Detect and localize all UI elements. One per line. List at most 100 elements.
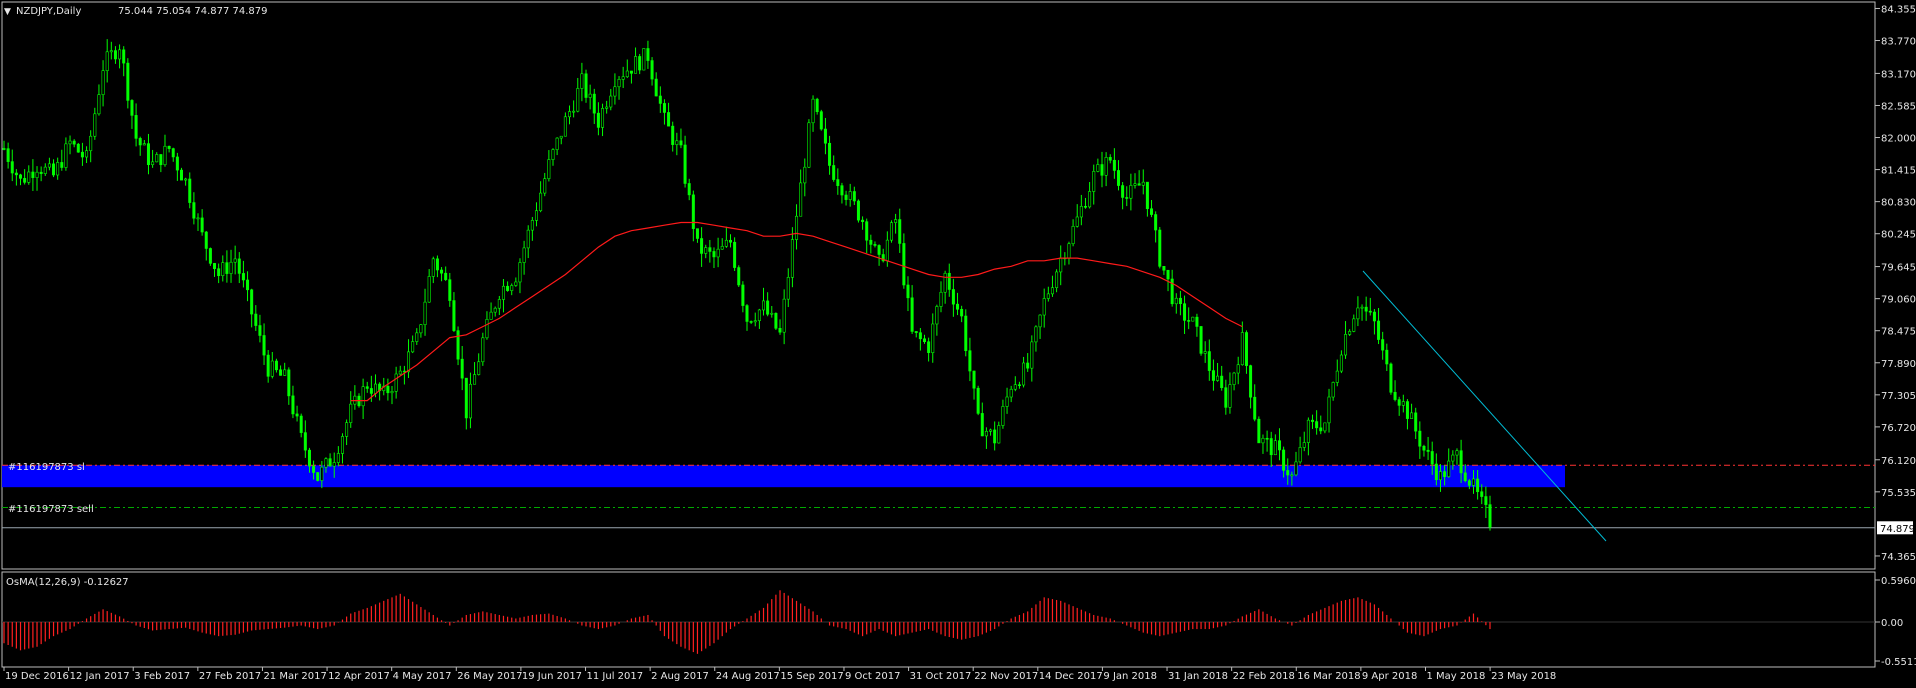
candle-body [184, 178, 188, 181]
candle-body [704, 247, 708, 254]
candle-body [1240, 332, 1244, 366]
candle-body [1187, 320, 1191, 322]
candle-body [852, 191, 856, 202]
candle-body [1447, 460, 1451, 477]
time-axis-tick: 22 Feb 2018 [1233, 671, 1295, 682]
candle-body [52, 163, 56, 176]
price-axis-tick: 83.170 [1881, 69, 1916, 80]
candle-body [522, 247, 526, 263]
candle-body [1257, 418, 1261, 444]
candle-body [361, 386, 365, 407]
candle-body [68, 140, 72, 145]
candle-body [757, 309, 761, 321]
candle-body [477, 361, 481, 375]
candle-body [266, 354, 270, 377]
candle-body [1471, 478, 1475, 486]
candle-body [85, 150, 89, 158]
candle-body [675, 140, 679, 145]
candle-body [217, 268, 221, 276]
time-axis-tick: 9 Jan 2018 [1103, 671, 1157, 682]
candle-body [303, 432, 307, 451]
candle-body [1071, 226, 1075, 245]
candle-body [1368, 310, 1372, 313]
candle-body [279, 369, 283, 376]
candle-body [885, 239, 889, 262]
candle-body [795, 215, 799, 240]
candle-body [638, 56, 642, 71]
candle-body [1397, 399, 1401, 406]
candle-body [464, 377, 468, 419]
candle-body [460, 358, 464, 379]
candle-body [790, 239, 794, 278]
candle-body [840, 185, 844, 196]
candle-body [440, 269, 444, 274]
time-axis-tick: 1 May 2018 [1426, 671, 1485, 682]
candle-body [1269, 438, 1273, 456]
candle-body [1331, 382, 1335, 398]
time-axis-tick: 14 Dec 2017 [1039, 671, 1103, 682]
candle-body [101, 70, 105, 95]
candle-body [836, 179, 840, 186]
candle-body [365, 386, 369, 389]
time-axis-tick: 12 Jan 2017 [70, 671, 130, 682]
candle-body [1249, 365, 1253, 398]
candle-body [1133, 183, 1137, 186]
candle-body [179, 169, 183, 181]
candle-body [229, 261, 233, 274]
chart-header-arrow[interactable]: ▼ [4, 7, 11, 17]
candle-body [695, 228, 699, 239]
candle-body [745, 305, 749, 322]
candle-body [1352, 318, 1356, 332]
candle-body [1055, 271, 1059, 288]
candle-body [823, 128, 827, 144]
candle-body [1451, 454, 1455, 462]
candle-body [435, 258, 439, 271]
candle-body [1042, 298, 1046, 316]
candle-body [786, 277, 790, 300]
candle-body [968, 350, 972, 372]
candle-body [1129, 185, 1133, 199]
time-axis-tick: 19 Dec 2016 [5, 671, 69, 682]
time-axis-tick: 31 Jan 2018 [1168, 671, 1228, 682]
candle-body [671, 125, 675, 145]
candle-body [270, 360, 274, 377]
candle-body [489, 311, 493, 320]
candle-body [332, 462, 336, 467]
candle-body [175, 156, 179, 171]
price-axis-tick: 75.535 [1881, 488, 1916, 499]
candle-body [1344, 334, 1348, 356]
candle-body [869, 239, 873, 245]
candle-body [1294, 461, 1298, 476]
candle-body [931, 323, 935, 353]
candle-body [728, 239, 732, 243]
candle-body [6, 148, 10, 162]
candle-body [708, 247, 712, 252]
candle-body [320, 466, 324, 481]
candle-body [295, 413, 299, 417]
candle-body [159, 154, 163, 166]
candle-body [1372, 311, 1376, 322]
candle-body [1203, 351, 1207, 354]
candle-body [1389, 363, 1393, 393]
candle-body [369, 388, 373, 394]
candle-body [720, 245, 724, 250]
ohlc-values: 75.044 75.054 74.877 74.879 [118, 6, 268, 17]
candle-body [766, 300, 770, 315]
candle-body [803, 166, 807, 184]
candle-body [1046, 293, 1050, 299]
price-axis-tick: 78.475 [1881, 327, 1916, 338]
candle-body [980, 413, 984, 437]
candle-body [1079, 206, 1083, 218]
candle-body [918, 332, 922, 340]
candle-body [563, 116, 567, 137]
candle-body [1145, 181, 1149, 210]
candle-body [1426, 449, 1430, 452]
candle-body [510, 285, 514, 291]
candle-body [250, 289, 254, 315]
candle-body [188, 178, 192, 203]
candle-body [568, 111, 572, 118]
candle-body [60, 162, 64, 168]
candle-body [10, 161, 14, 174]
candle-body [601, 108, 605, 128]
candle-body [1430, 451, 1434, 465]
